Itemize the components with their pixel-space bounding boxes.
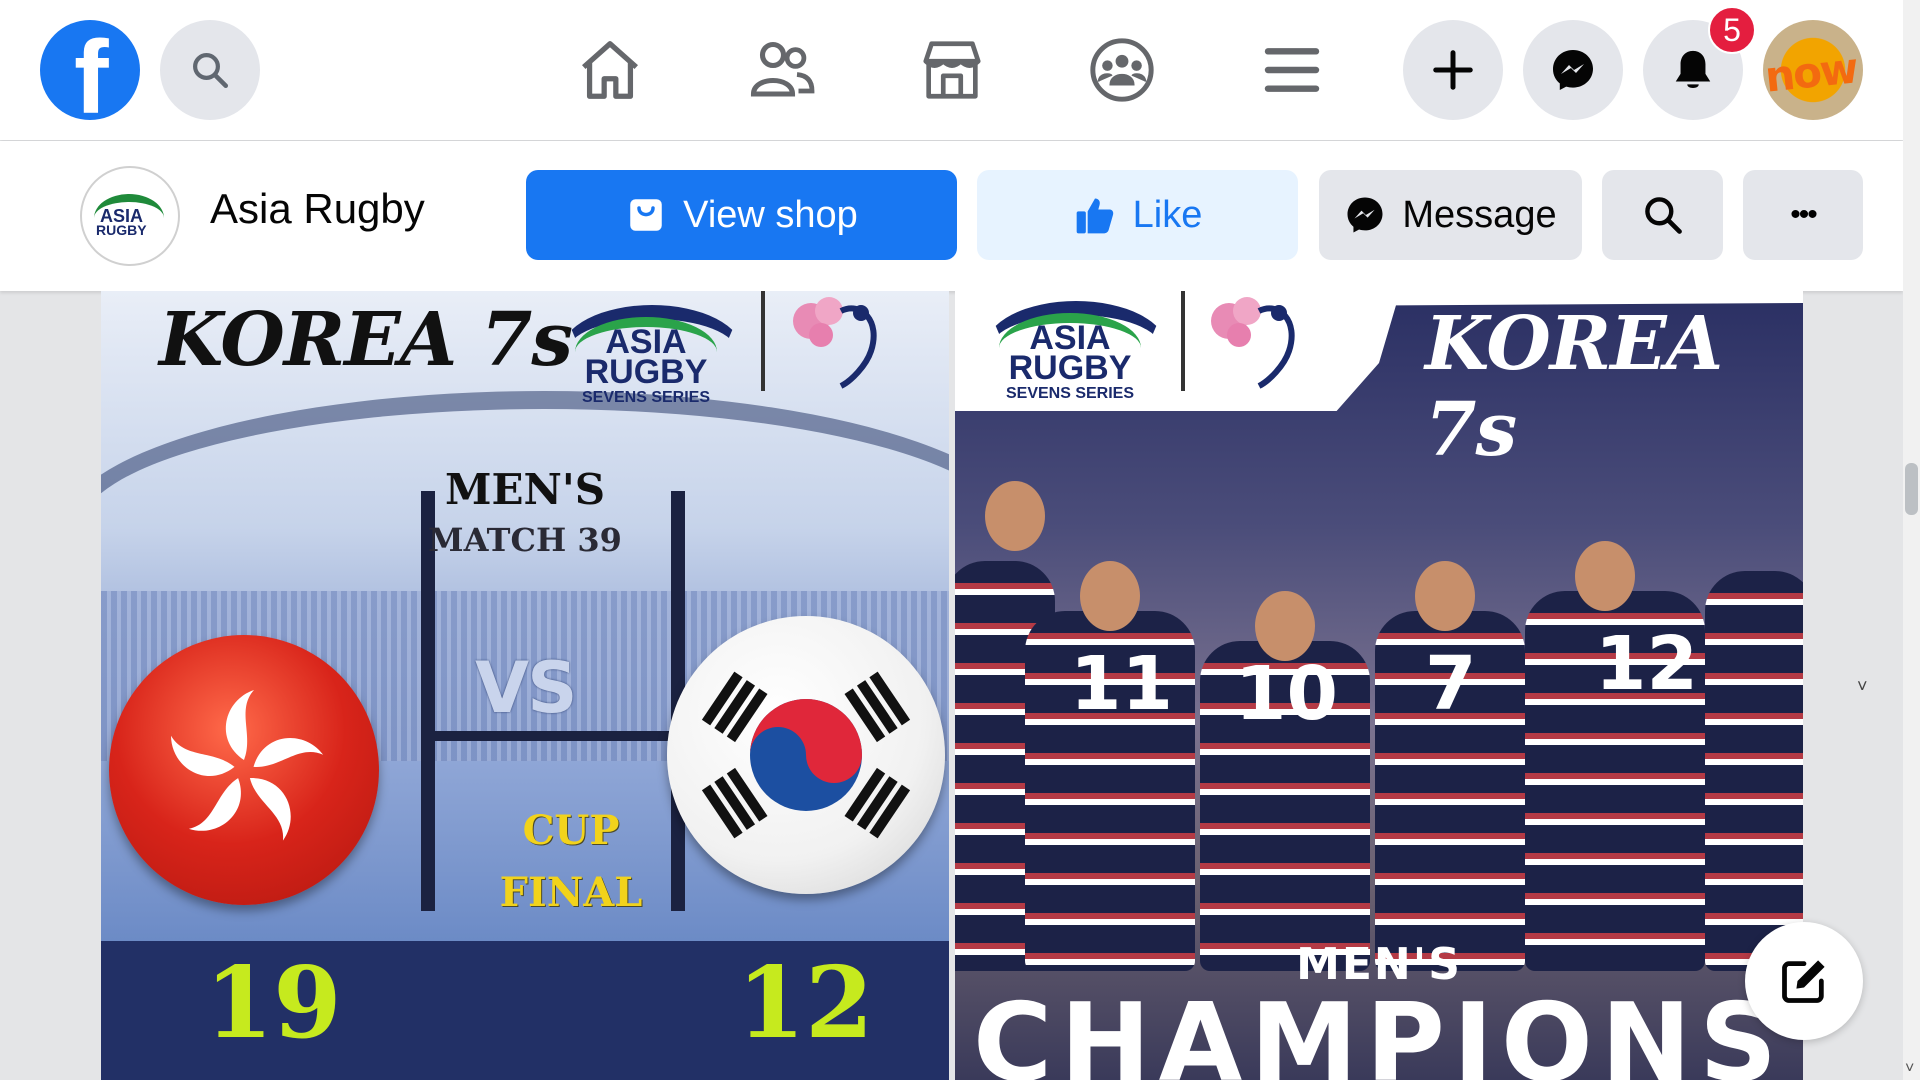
- player-head: [985, 481, 1045, 551]
- compose-icon: [1782, 960, 1825, 1003]
- facebook-logo-letter: f: [74, 20, 109, 136]
- create-icon: [1433, 50, 1473, 90]
- post-photo-champions[interactable]: ASIA RUGBY SEVENS SERIES KOREA 7s 11 10 …: [955, 291, 1803, 1080]
- nav-marketplace[interactable]: [912, 30, 992, 110]
- nav-friends[interactable]: [742, 30, 822, 110]
- search-icon: [193, 53, 229, 89]
- score-hong-kong: 19: [205, 946, 342, 1061]
- groups-icon: [1090, 38, 1154, 102]
- hong-kong-flag-icon: [109, 635, 379, 905]
- jersey-number: 12: [1595, 621, 1698, 707]
- page-avatar-line-2: RUGBY: [96, 222, 147, 238]
- messenger-icon: [1344, 194, 1386, 236]
- mascot-emblem-icon: [781, 291, 891, 391]
- facebook-logo[interactable]: f: [40, 20, 140, 130]
- thumbs-up-icon: [1073, 193, 1117, 237]
- match-category: MEN'S: [444, 465, 606, 514]
- logo-line-2: RUGBY: [584, 353, 708, 391]
- like-button[interactable]: Like: [977, 170, 1298, 260]
- logo-line-3: SEVENS SERIES: [1005, 385, 1135, 402]
- asia-rugby-logo: ASIA RUGBY SEVENS SERIES: [975, 291, 1167, 402]
- messenger-icon: [1553, 50, 1593, 90]
- page-title[interactable]: Asia Rugby: [210, 185, 425, 233]
- score-korea: 12: [737, 946, 874, 1061]
- page-search-button[interactable]: [1602, 170, 1723, 260]
- event-title: KOREA 7s: [1425, 301, 1723, 473]
- jersey-number: 7: [1425, 641, 1477, 727]
- notification-count-badge: 5: [1708, 6, 1756, 54]
- search-icon: [1644, 197, 1682, 234]
- new-message-button[interactable]: [1745, 922, 1863, 1040]
- player-head: [1080, 561, 1140, 631]
- event-title: KOREA 7s: [159, 297, 573, 383]
- headline-champions: CHAMPIONS: [972, 981, 1786, 1080]
- stage-label-final: FINAL: [499, 869, 643, 916]
- friends-icon: [750, 41, 815, 97]
- more-dots-icon: •••: [1790, 198, 1817, 231]
- menu-icon: [1264, 48, 1320, 92]
- player-head: [1415, 561, 1475, 631]
- page-header-bar: ASIA RUGBY Asia Rugby View shop Like Mes…: [0, 141, 1903, 291]
- logo-line-2: RUGBY: [1008, 349, 1132, 387]
- notifications-icon: [1675, 50, 1711, 88]
- logo-line-3: SEVENS SERIES: [581, 389, 711, 406]
- post-photo-match-result[interactable]: KOREA 7s ASIA RUGBY SEVENS SERIES MEN'S …: [101, 291, 949, 1080]
- avatar-text: now: [1763, 43, 1859, 102]
- player-head: [1575, 541, 1635, 611]
- messenger-button[interactable]: [1523, 20, 1623, 120]
- top-navigation-bar: f 5 now: [0, 0, 1903, 140]
- nav-home[interactable]: [570, 30, 650, 110]
- home-icon: [582, 41, 638, 99]
- logo-divider: [761, 291, 765, 391]
- team-players-photo: 11 10 7 12: [955, 481, 1803, 971]
- create-button[interactable]: [1403, 20, 1503, 120]
- page-scrollbar[interactable]: [1903, 0, 1920, 1080]
- logo-divider: [1181, 291, 1185, 391]
- versus-label: VS: [475, 647, 578, 729]
- scrollbar-down-arrow-icon[interactable]: ˅: [1905, 1060, 1914, 1078]
- search-button[interactable]: [160, 20, 260, 120]
- stage-label-cup: CUP: [522, 807, 620, 854]
- nav-menu[interactable]: [1252, 30, 1332, 110]
- nav-groups[interactable]: [1082, 30, 1162, 110]
- goal-crossbar: [421, 731, 685, 741]
- page-avatar[interactable]: ASIA RUGBY: [80, 166, 180, 266]
- view-shop-label: View shop: [683, 193, 858, 236]
- jersey-number: 11: [1070, 641, 1173, 727]
- shop-bag-icon: [625, 194, 667, 236]
- scroll-down-indicator-icon: ˅: [1857, 676, 1868, 696]
- marketplace-icon: [923, 41, 981, 99]
- like-label: Like: [1132, 193, 1203, 236]
- more-options-button[interactable]: •••: [1743, 170, 1863, 260]
- mascot-emblem-icon: [1199, 291, 1309, 391]
- view-shop-button[interactable]: View shop: [526, 170, 957, 260]
- player-figure: [1705, 571, 1803, 971]
- jersey-number: 10: [1235, 651, 1338, 737]
- account-avatar[interactable]: now: [1763, 20, 1863, 120]
- scrollbar-thumb[interactable]: [1905, 463, 1918, 515]
- asia-rugby-logo: ASIA RUGBY SEVENS SERIES: [551, 295, 743, 406]
- message-label: Message: [1402, 193, 1557, 236]
- match-number: MATCH 39: [428, 521, 622, 559]
- message-button[interactable]: Message: [1319, 170, 1582, 260]
